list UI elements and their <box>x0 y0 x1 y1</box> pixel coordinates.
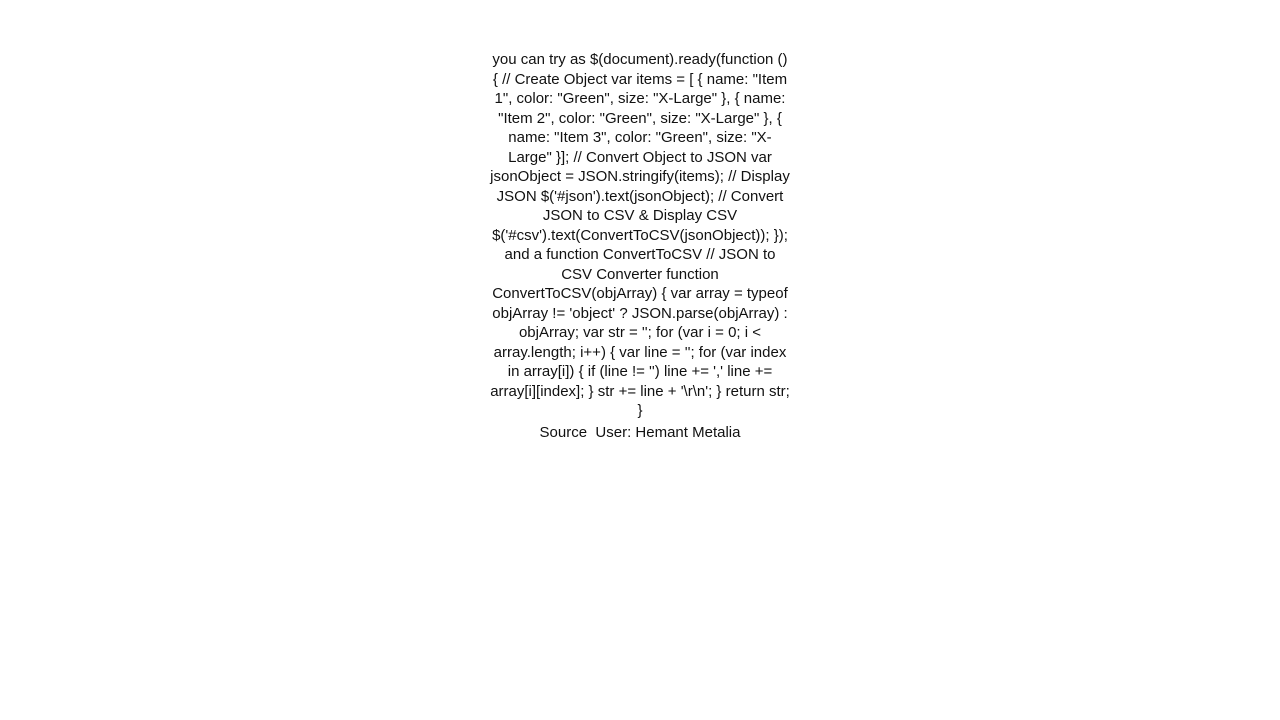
text-content-block: you can try as $(document).ready(functio… <box>490 50 790 442</box>
user-label: User: Hemant Metalia <box>595 424 740 441</box>
source-line: Source User: Hemant Metalia <box>490 423 790 443</box>
source-label: Source <box>540 424 588 441</box>
body-text: you can try as $(document).ready(functio… <box>490 50 790 421</box>
